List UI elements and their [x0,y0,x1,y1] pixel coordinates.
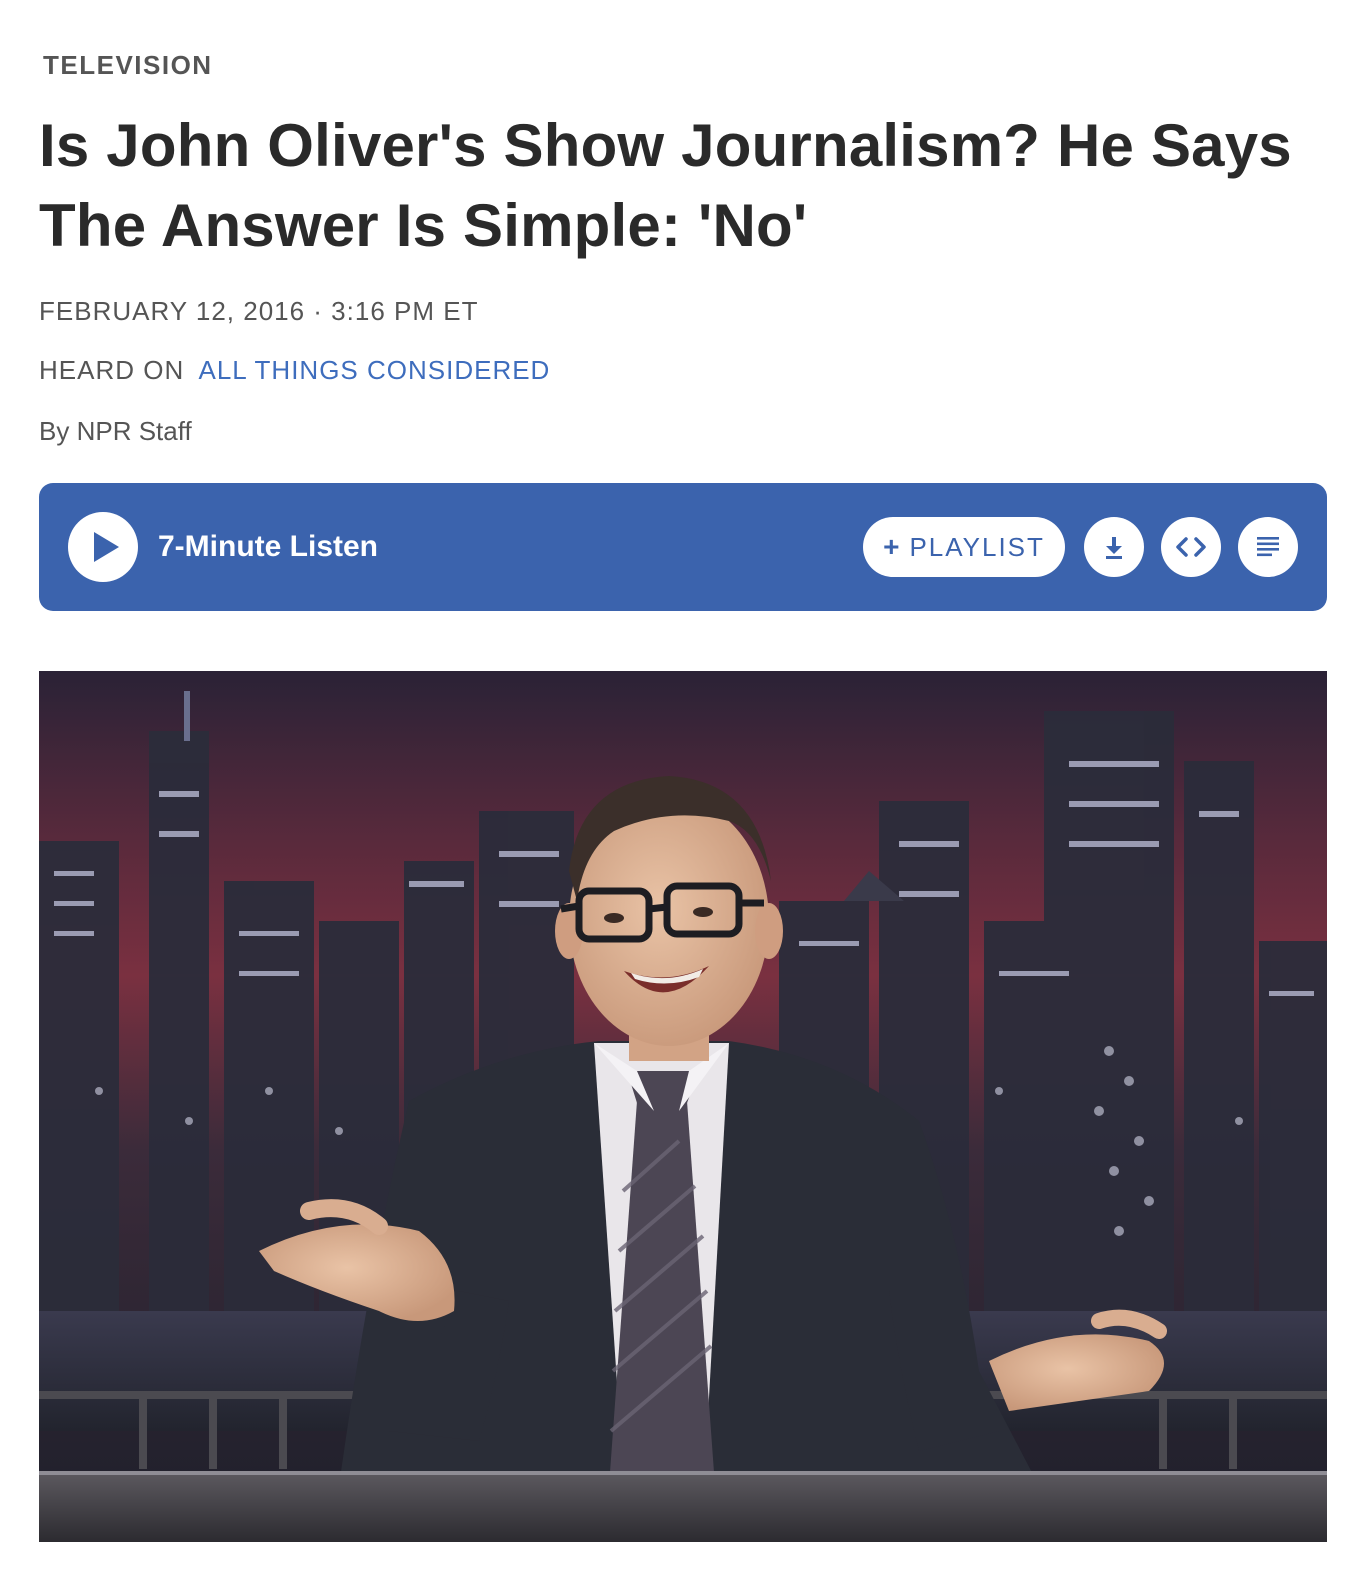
audio-player: 7-Minute Listen + PLAYLIST [39,483,1327,611]
heard-on-label: HEARD ON [39,355,185,385]
transcript-icon [1257,537,1279,557]
embed-button[interactable] [1161,517,1221,577]
download-icon [1106,537,1122,559]
plus-icon: + [883,531,902,562]
article-photo [39,671,1327,1542]
byline: By NPR Staff [39,416,192,447]
category-link[interactable]: TELEVISION [43,50,213,81]
listen-duration: 7-Minute Listen [158,530,379,563]
transcript-button[interactable] [1238,517,1298,577]
download-button[interactable] [1084,517,1144,577]
photo-illustration [39,671,1327,1542]
playlist-label: PLAYLIST [909,531,1045,562]
embed-icon [1176,537,1206,557]
add-to-playlist-button[interactable]: + PLAYLIST [863,517,1065,577]
author-link[interactable]: NPR Staff [77,416,192,446]
article-date: FEBRUARY 12, 2016 · 3:16 PM ET [39,296,479,326]
play-icon [94,532,119,562]
heard-on-line: HEARD ON ALL THINGS CONSIDERED [39,355,550,386]
byline-prefix: By [39,416,70,446]
show-link[interactable]: ALL THINGS CONSIDERED [198,355,550,385]
article-headline: Is John Oliver's Show Journalism? He Say… [39,112,1292,259]
play-button[interactable] [68,512,138,582]
